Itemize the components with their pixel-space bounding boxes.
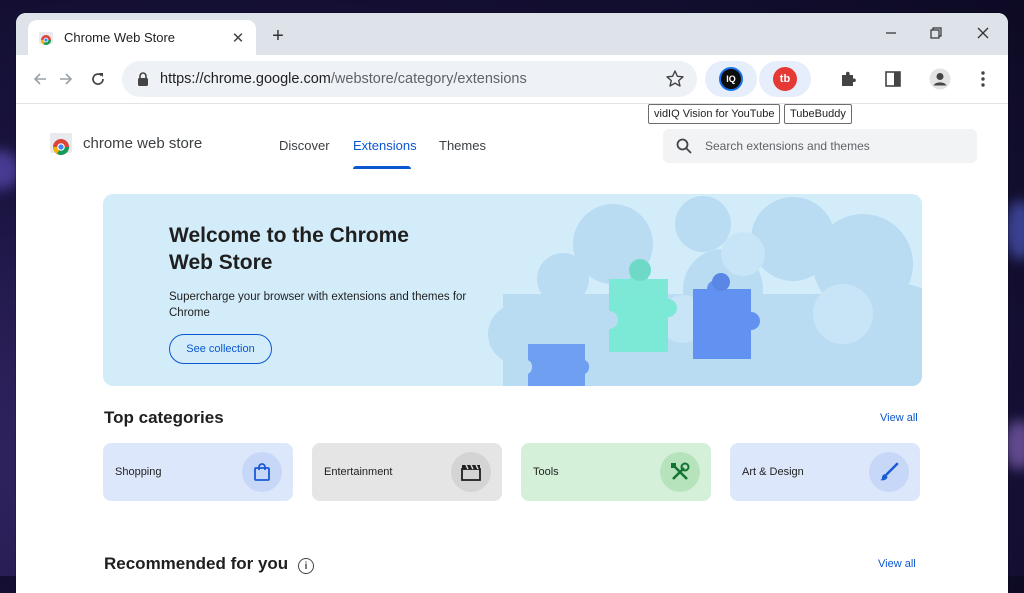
shopping-bag-icon (242, 452, 282, 492)
category-card-tools[interactable]: Tools (521, 443, 711, 501)
store-logo[interactable]: chrome web store (49, 131, 202, 155)
top-categories-title: Top categories (104, 408, 224, 427)
restore-button[interactable] (921, 21, 951, 45)
store-logo-text: chrome web store (83, 134, 203, 152)
side-panel-button[interactable] (881, 67, 905, 91)
bookmark-star-icon[interactable] (665, 69, 685, 89)
tubebuddy-tooltip: TubeBuddy (784, 104, 852, 124)
lock-icon (138, 72, 148, 86)
category-card-shopping[interactable]: Shopping (103, 443, 293, 501)
tab-strip: Chrome Web Store ✕ + (16, 13, 1008, 55)
tab-title: Chrome Web Store (64, 30, 176, 45)
category-label: Entertainment (324, 466, 393, 478)
active-nav-indicator (353, 166, 411, 169)
nav-extensions[interactable]: Extensions (353, 138, 417, 153)
recommended-view-all-link[interactable]: View all (878, 558, 916, 570)
profile-button[interactable] (928, 67, 952, 91)
puzzle-icon (842, 71, 856, 86)
url-path: /webstore/category/extensions (330, 71, 527, 87)
side-panel-icon (885, 71, 901, 87)
tab-close-icon[interactable]: ✕ (228, 28, 248, 48)
category-card-entertainment[interactable]: Entertainment (312, 443, 502, 501)
browser-window: Chrome Web Store ✕ + https://chrome.goog… (16, 13, 1008, 593)
back-arrow-icon (33, 73, 46, 85)
tab-chrome-web-store[interactable]: Chrome Web Store ✕ (28, 20, 256, 55)
chrome-web-store-favicon (39, 31, 53, 45)
address-bar[interactable]: https://chrome.google.com/webstore/categ… (122, 61, 697, 97)
extensions-menu-button[interactable] (836, 67, 860, 91)
category-label: Art & Design (742, 466, 804, 478)
category-label: Shopping (115, 466, 162, 478)
forward-arrow-icon (60, 73, 73, 85)
tubebuddy-extension-button[interactable]: tb (759, 61, 811, 97)
close-window-button[interactable] (968, 21, 998, 45)
recommended-title: Recommended for you (104, 554, 289, 573)
tubebuddy-icon: tb (773, 67, 797, 91)
see-collection-button[interactable]: See collection (169, 334, 272, 364)
profile-avatar-icon (929, 68, 951, 90)
back-button[interactable] (28, 67, 52, 91)
hero-title: Welcome to the Chrome Web Store (169, 224, 409, 274)
info-icon[interactable]: i (298, 558, 314, 574)
reload-button[interactable] (86, 67, 110, 91)
close-icon (977, 27, 989, 39)
category-card-art-design[interactable]: Art & Design (730, 443, 920, 501)
chrome-web-store-logo-icon (50, 133, 72, 155)
top-categories-view-all-link[interactable]: View all (880, 412, 918, 424)
restore-icon (930, 27, 942, 39)
nav-discover[interactable]: Discover (279, 138, 330, 153)
nav-themes[interactable]: Themes (439, 138, 486, 153)
web-store-page: chrome web store Discover Extensions The… (16, 104, 1008, 593)
vidiq-extension-button[interactable]: IQ (705, 61, 757, 97)
new-tab-button[interactable]: + (266, 24, 290, 48)
vidiq-icon: IQ (719, 67, 743, 91)
clapperboard-icon (451, 452, 491, 492)
reload-icon (92, 73, 104, 85)
search-placeholder: Search extensions and themes (705, 139, 870, 153)
forward-button[interactable] (54, 67, 78, 91)
paintbrush-icon (869, 452, 909, 492)
wrench-screwdriver-icon (660, 452, 700, 492)
hero-subtitle: Supercharge your browser with extensions… (169, 291, 467, 319)
chrome-menu-button[interactable] (971, 67, 995, 91)
kebab-menu-icon (981, 71, 985, 87)
search-icon (676, 138, 692, 154)
vidiq-tooltip: vidIQ Vision for YouTube (648, 104, 781, 124)
browser-toolbar: https://chrome.google.com/webstore/categ… (16, 55, 1008, 104)
url-host: https://chrome.google.com (160, 71, 331, 87)
category-label: Tools (533, 466, 559, 478)
minimize-button[interactable] (876, 21, 906, 45)
url-text: https://chrome.google.com/webstore/categ… (160, 71, 665, 87)
hero-banner: Welcome to the Chrome Web Store Supercha… (103, 194, 922, 386)
search-box[interactable]: Search extensions and themes (663, 129, 977, 163)
minimize-icon (886, 32, 896, 34)
